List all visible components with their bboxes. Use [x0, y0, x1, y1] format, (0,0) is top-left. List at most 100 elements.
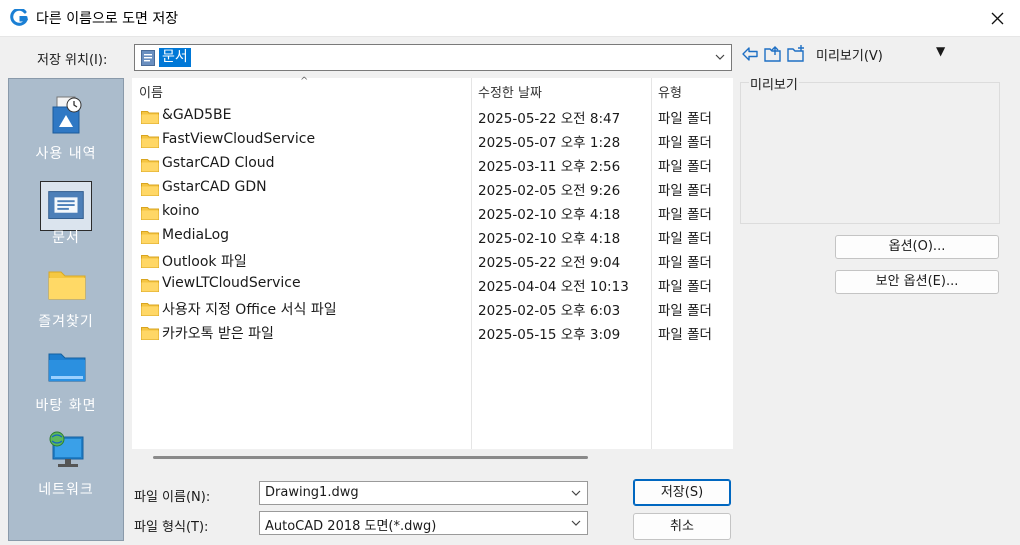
views-dropdown-arrow[interactable]: ▼: [936, 44, 945, 58]
folder-icon: [141, 279, 159, 292]
file-name: MediaLog: [162, 227, 230, 243]
file-row[interactable]: MediaLog 2025-02-10 오후 4:18 파일 폴더: [132, 224, 733, 248]
scrollbar-thumb[interactable]: [153, 456, 588, 459]
place-label-favorites: 즐겨찾기: [38, 314, 94, 330]
save-location-value: 문서: [159, 48, 191, 67]
file-type: 파일 폴더: [658, 255, 712, 271]
folder-icon: [141, 111, 159, 124]
file-date: 2025-05-15 오후 3:09: [478, 327, 621, 343]
file-row[interactable]: GstarCAD GDN 2025-02-05 오전 9:26 파일 폴더: [132, 176, 733, 200]
folder-icon: [141, 231, 159, 244]
folder-icon: [141, 327, 159, 340]
file-row[interactable]: ViewLTCloudService 2025-04-04 오전 10:13 파일 …: [132, 272, 733, 296]
column-header-type[interactable]: 유형: [658, 82, 682, 101]
sort-indicator: ^: [300, 76, 309, 87]
file-type: 파일 폴더: [658, 207, 712, 223]
file-type: 파일 폴더: [658, 279, 712, 295]
column-header-name[interactable]: 이름: [139, 82, 163, 101]
preview-box: [740, 82, 1000, 224]
file-row[interactable]: &GAD5BE 2025-05-22 오전 8:47 파일 폴더: [132, 104, 733, 128]
file-row[interactable]: 사용자 지정 Office 서식 파일 2025-02-05 오후 6:03 파일 …: [132, 296, 733, 320]
file-name: GstarCAD Cloud: [162, 155, 275, 171]
back-arrow-icon[interactable]: [740, 44, 760, 64]
filetype-label: 파일 형식(T):: [134, 520, 209, 535]
place-label-recent: 사용 내역: [35, 146, 97, 162]
close-icon: [991, 12, 1003, 25]
security-options-button[interactable]: 보안 옵션(E)...: [835, 270, 999, 294]
file-row[interactable]: koino 2025-02-10 오후 4:18 파일 폴더: [132, 200, 733, 224]
place-favorites[interactable]: 즐겨찾기: [9, 251, 123, 335]
cancel-button[interactable]: 취소: [633, 513, 731, 540]
folder-icon: [141, 159, 159, 172]
file-name: FastViewCloudService: [162, 131, 316, 147]
gstarcad-app-icon: [10, 9, 28, 26]
file-name: Outlook 파일: [162, 254, 247, 270]
close-button[interactable]: [974, 0, 1020, 37]
file-row[interactable]: Outlook 파일 2025-05-22 오전 9:04 파일 폴더: [132, 248, 733, 272]
file-type: 파일 폴더: [658, 327, 712, 343]
column-header-date[interactable]: 수정한 날짜: [478, 82, 542, 101]
filetype-select[interactable]: AutoCAD 2018 도면(*.dwg): [259, 511, 588, 535]
filename-input[interactable]: Drawing1.dwg: [259, 481, 588, 505]
places-bar: 사용 내역 문서 즐겨찾기 바탕 화면 네트워크: [8, 78, 124, 541]
filetype-value: AutoCAD 2018 도면(*.dwg): [265, 519, 437, 534]
file-type: 파일 폴더: [658, 303, 712, 319]
chevron-down-icon[interactable]: [571, 518, 581, 528]
file-name: koino: [162, 203, 200, 219]
file-row[interactable]: FastViewCloudService 2025-05-07 오후 1:28 파일…: [132, 128, 733, 152]
network-icon: [49, 431, 84, 467]
file-type: 파일 폴더: [658, 231, 712, 247]
filename-label: 파일 이름(N):: [134, 490, 211, 505]
save-button[interactable]: 저장(S): [633, 479, 731, 506]
file-name: 사용자 지정 Office 서식 파일: [162, 302, 337, 318]
place-network[interactable]: 네트워크: [9, 419, 123, 503]
favorites-folder-icon: [48, 271, 86, 300]
file-name: GstarCAD GDN: [162, 179, 267, 195]
window-title: 다른 이름으로 도면 저장: [36, 11, 179, 27]
title-bar: 다른 이름으로 도면 저장: [0, 0, 1020, 37]
desktop-icon: [48, 353, 86, 382]
folder-icon: [141, 303, 159, 316]
chevron-down-icon[interactable]: [715, 52, 725, 62]
save-location-label: 저장 위치(I):: [37, 53, 108, 68]
new-folder-icon[interactable]: [786, 44, 806, 64]
file-date: 2025-02-10 오후 4:18: [478, 231, 621, 247]
file-date: 2025-05-22 오전 9:04: [478, 255, 621, 271]
file-name: ViewLTCloudService: [162, 275, 301, 291]
place-desktop[interactable]: 바탕 화면: [9, 335, 123, 419]
file-name: 카카오톡 받은 파일: [162, 326, 274, 342]
file-date: 2025-03-11 오후 2:56: [478, 159, 621, 175]
folder-icon: [141, 207, 159, 220]
recent-icon: [52, 96, 82, 134]
options-button[interactable]: 옵션(O)...: [835, 235, 999, 259]
file-type: 파일 폴더: [658, 135, 712, 151]
place-recent[interactable]: 사용 내역: [9, 83, 123, 167]
place-label-documents: 문서: [52, 230, 80, 246]
place-documents[interactable]: 문서: [9, 167, 123, 251]
file-date: 2025-02-10 오후 4:18: [478, 207, 621, 223]
documents-icon: [40, 181, 92, 231]
save-location-combo[interactable]: 문서: [134, 44, 732, 71]
file-type: 파일 폴더: [658, 183, 712, 199]
folder-icon: [141, 183, 159, 196]
file-date: 2025-04-04 오전 10:13: [478, 279, 629, 295]
file-row[interactable]: 카카오톡 받은 파일 2025-05-15 오후 3:09 파일 폴더: [132, 320, 733, 344]
up-folder-icon[interactable]: [763, 44, 783, 64]
views-menu-label[interactable]: 미리보기(V): [816, 45, 883, 64]
folder-icon: [141, 135, 159, 148]
file-date: 2025-02-05 오전 9:26: [478, 183, 621, 199]
file-name: &GAD5BE: [162, 107, 232, 123]
place-label-desktop: 바탕 화면: [35, 398, 97, 414]
file-type: 파일 폴더: [658, 111, 712, 127]
preview-label: 미리보기: [749, 74, 799, 93]
chevron-down-icon[interactable]: [571, 488, 581, 498]
file-date: 2025-05-07 오후 1:28: [478, 135, 621, 151]
filename-value: Drawing1.dwg: [265, 485, 359, 500]
horizontal-scrollbar[interactable]: [132, 449, 733, 465]
file-row[interactable]: GstarCAD Cloud 2025-03-11 오후 2:56 파일 폴더: [132, 152, 733, 176]
documents-small-icon: [141, 50, 155, 66]
place-label-network: 네트워크: [38, 482, 94, 498]
file-list[interactable]: ^ 이름 수정한 날짜 유형 &GAD5BE 2025-05-22 오전 8:47…: [132, 76, 733, 449]
file-date: 2025-02-05 오후 6:03: [478, 303, 621, 319]
file-date: 2025-05-22 오전 8:47: [478, 111, 621, 127]
